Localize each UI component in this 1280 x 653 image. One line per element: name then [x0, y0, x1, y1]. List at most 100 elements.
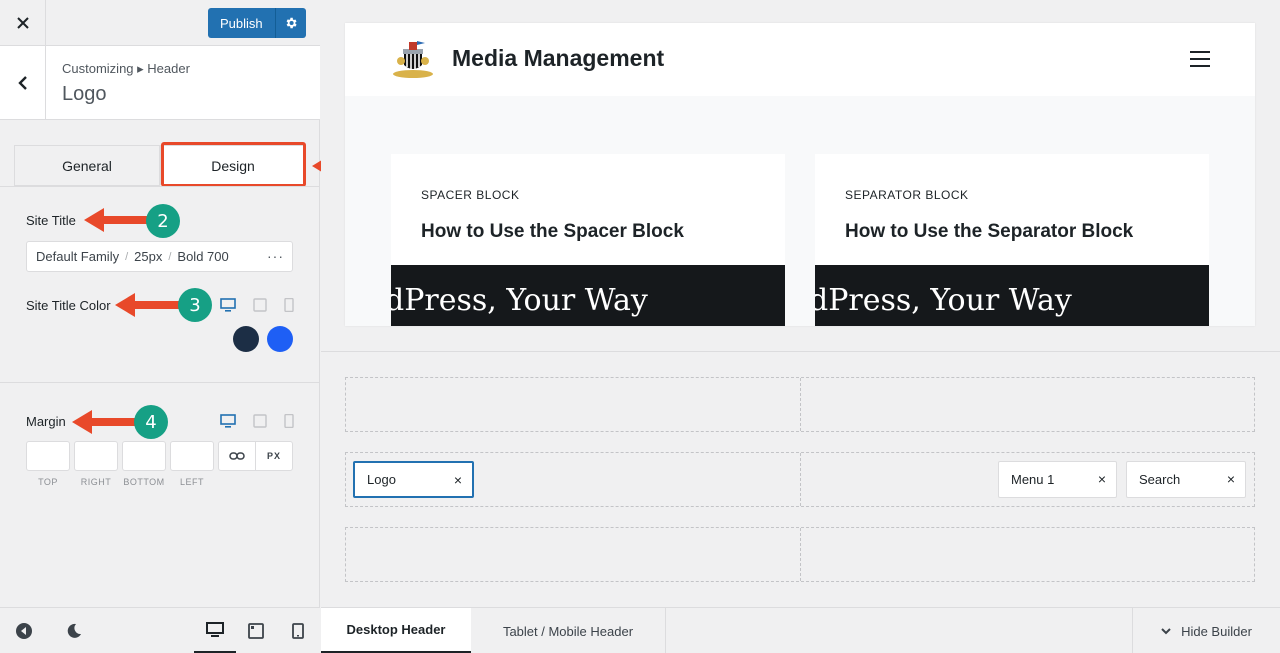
site-logo-crest[interactable]: [391, 39, 435, 79]
image-text: dPress, Your Way: [391, 283, 648, 318]
publish-button[interactable]: Publish: [208, 8, 276, 38]
builder-tabbar: Desktop Header Tablet / Mobile Header Hi…: [321, 607, 1280, 653]
tab-desktop-header[interactable]: Desktop Header: [321, 608, 471, 653]
hide-builder-button[interactable]: Hide Builder: [1132, 608, 1280, 653]
mobile-device-icon[interactable]: [281, 298, 297, 312]
mobile-device-icon[interactable]: [281, 414, 297, 428]
site-title-label: Site Title: [26, 213, 76, 228]
separator: /: [168, 250, 172, 263]
annotation-badge-4: 4: [134, 405, 168, 439]
builder-item-label: Menu 1: [1011, 472, 1055, 487]
builder-item-search[interactable]: Search ×: [1126, 461, 1246, 498]
sidebar-footer: [0, 607, 320, 653]
color-swatch-hover[interactable]: [267, 326, 293, 352]
post-card[interactable]: SPACER BLOCK How to Use the Spacer Block…: [391, 154, 785, 326]
post-title[interactable]: How to Use the Separator Block: [845, 221, 1133, 243]
publish-group: Publish: [208, 8, 306, 38]
preview-mobile-button[interactable]: [286, 608, 310, 653]
publish-settings-button[interactable]: [275, 8, 306, 38]
dark-mode-toggle[interactable]: [62, 608, 86, 653]
customizer-sidebar: Publish Customizing ▸ Header Logo Genera…: [0, 0, 408, 653]
menu-toggle-button[interactable]: [1190, 51, 1210, 67]
tablet-device-icon[interactable]: [252, 414, 268, 428]
divider: [0, 186, 320, 187]
tab-general[interactable]: General: [14, 145, 160, 186]
site-preview: Media Management SPACER BLOCK How to Use…: [345, 23, 1255, 326]
builder-row-bottom[interactable]: [345, 527, 1255, 582]
hide-builder-label: Hide Builder: [1181, 623, 1252, 639]
unit-selector[interactable]: PX: [255, 442, 292, 470]
post-featured-image[interactable]: dPress, Your Way: [391, 265, 785, 326]
gear-icon: [286, 17, 297, 29]
builder-item-label: Search: [1139, 472, 1181, 487]
close-icon: [16, 17, 29, 29]
site-title-color-label: Site Title Color: [26, 298, 111, 313]
tab-tablet-mobile-header[interactable]: Tablet / Mobile Header: [471, 608, 666, 653]
remove-item-icon[interactable]: ×: [1227, 471, 1235, 487]
annotation-badge-2: 2: [146, 204, 180, 238]
post-title[interactable]: How to Use the Spacer Block: [421, 221, 684, 243]
margin-left-input[interactable]: [170, 441, 214, 471]
builder-cell[interactable]: [346, 378, 800, 431]
annotation-arrow-4: [72, 410, 136, 434]
font-family-value: Default Family: [36, 249, 120, 264]
desktop-device-icon[interactable]: [220, 414, 236, 428]
typography-control[interactable]: Default Family / 25px / Bold 700 ···: [26, 241, 293, 272]
margin-link-unit-group: PX: [218, 441, 293, 471]
margin-right-input[interactable]: [74, 441, 118, 471]
post-category[interactable]: SEPARATOR BLOCK: [845, 188, 969, 202]
chevron-left-icon: [17, 76, 27, 90]
builder-item-label: Logo: [367, 472, 396, 487]
font-size-value: 25px: [134, 249, 163, 264]
margin-bottom-input[interactable]: [122, 441, 166, 471]
margin-top-input[interactable]: [26, 441, 70, 471]
section-title: Logo: [62, 83, 107, 105]
annotation-arrow-2: [84, 208, 148, 232]
moon-icon: [67, 623, 81, 638]
hamburger-icon: [1190, 51, 1210, 53]
link-values-button[interactable]: [219, 442, 255, 470]
site-content: SPACER BLOCK How to Use the Spacer Block…: [345, 96, 1255, 326]
chevron-down-icon: [1161, 627, 1171, 634]
header-builder: Logo × Menu 1 × Search ×: [321, 353, 1280, 607]
remove-item-icon[interactable]: ×: [1098, 471, 1106, 487]
builder-item-menu[interactable]: Menu 1 ×: [998, 461, 1117, 498]
back-button[interactable]: [0, 46, 46, 120]
margin-bottom-label: BOTTOM: [123, 477, 165, 487]
post-category[interactable]: SPACER BLOCK: [421, 188, 519, 202]
breadcrumb: Customizing ▸ Header: [62, 61, 190, 76]
color-swatch-primary[interactable]: [233, 326, 259, 352]
preview-desktop-button[interactable]: [194, 608, 236, 653]
post-featured-image[interactable]: dPress, Your Way: [815, 265, 1209, 326]
margin-right-label: RIGHT: [80, 477, 112, 487]
margin-left-label: LEFT: [179, 477, 204, 487]
desktop-device-icon[interactable]: [220, 298, 236, 312]
builder-row-main[interactable]: [345, 452, 1255, 507]
sidebar-topbar: Publish: [0, 0, 320, 46]
builder-item-logo[interactable]: Logo ×: [353, 461, 474, 498]
close-customizer-button[interactable]: [0, 0, 46, 46]
tablet-icon: [248, 623, 264, 639]
collapse-sidebar-button[interactable]: [12, 608, 36, 653]
divider: [0, 382, 320, 383]
site-header: Media Management: [345, 23, 1255, 96]
builder-row-top[interactable]: [345, 377, 1255, 432]
remove-item-icon[interactable]: ×: [454, 472, 462, 488]
builder-cell[interactable]: [346, 528, 800, 581]
post-card[interactable]: SEPARATOR BLOCK How to Use the Separator…: [815, 154, 1209, 326]
annotation-arrow-3: [115, 293, 179, 317]
section-header: Customizing ▸ Header Logo: [0, 46, 320, 120]
margin-top-label: TOP: [38, 477, 58, 487]
more-options-icon[interactable]: ···: [267, 248, 284, 264]
collapse-arrow-icon: [16, 623, 32, 639]
mobile-icon: [292, 623, 304, 639]
preview-tablet-button[interactable]: [244, 608, 268, 653]
font-weight-value: Bold 700: [177, 249, 229, 264]
desktop-icon: [206, 621, 224, 637]
builder-cell[interactable]: [799, 528, 1255, 581]
builder-cell[interactable]: [799, 378, 1255, 431]
tablet-device-icon[interactable]: [252, 298, 268, 312]
site-title[interactable]: Media Management: [452, 45, 664, 72]
annotation-badge-3: 3: [178, 288, 212, 322]
link-icon: [229, 452, 245, 460]
